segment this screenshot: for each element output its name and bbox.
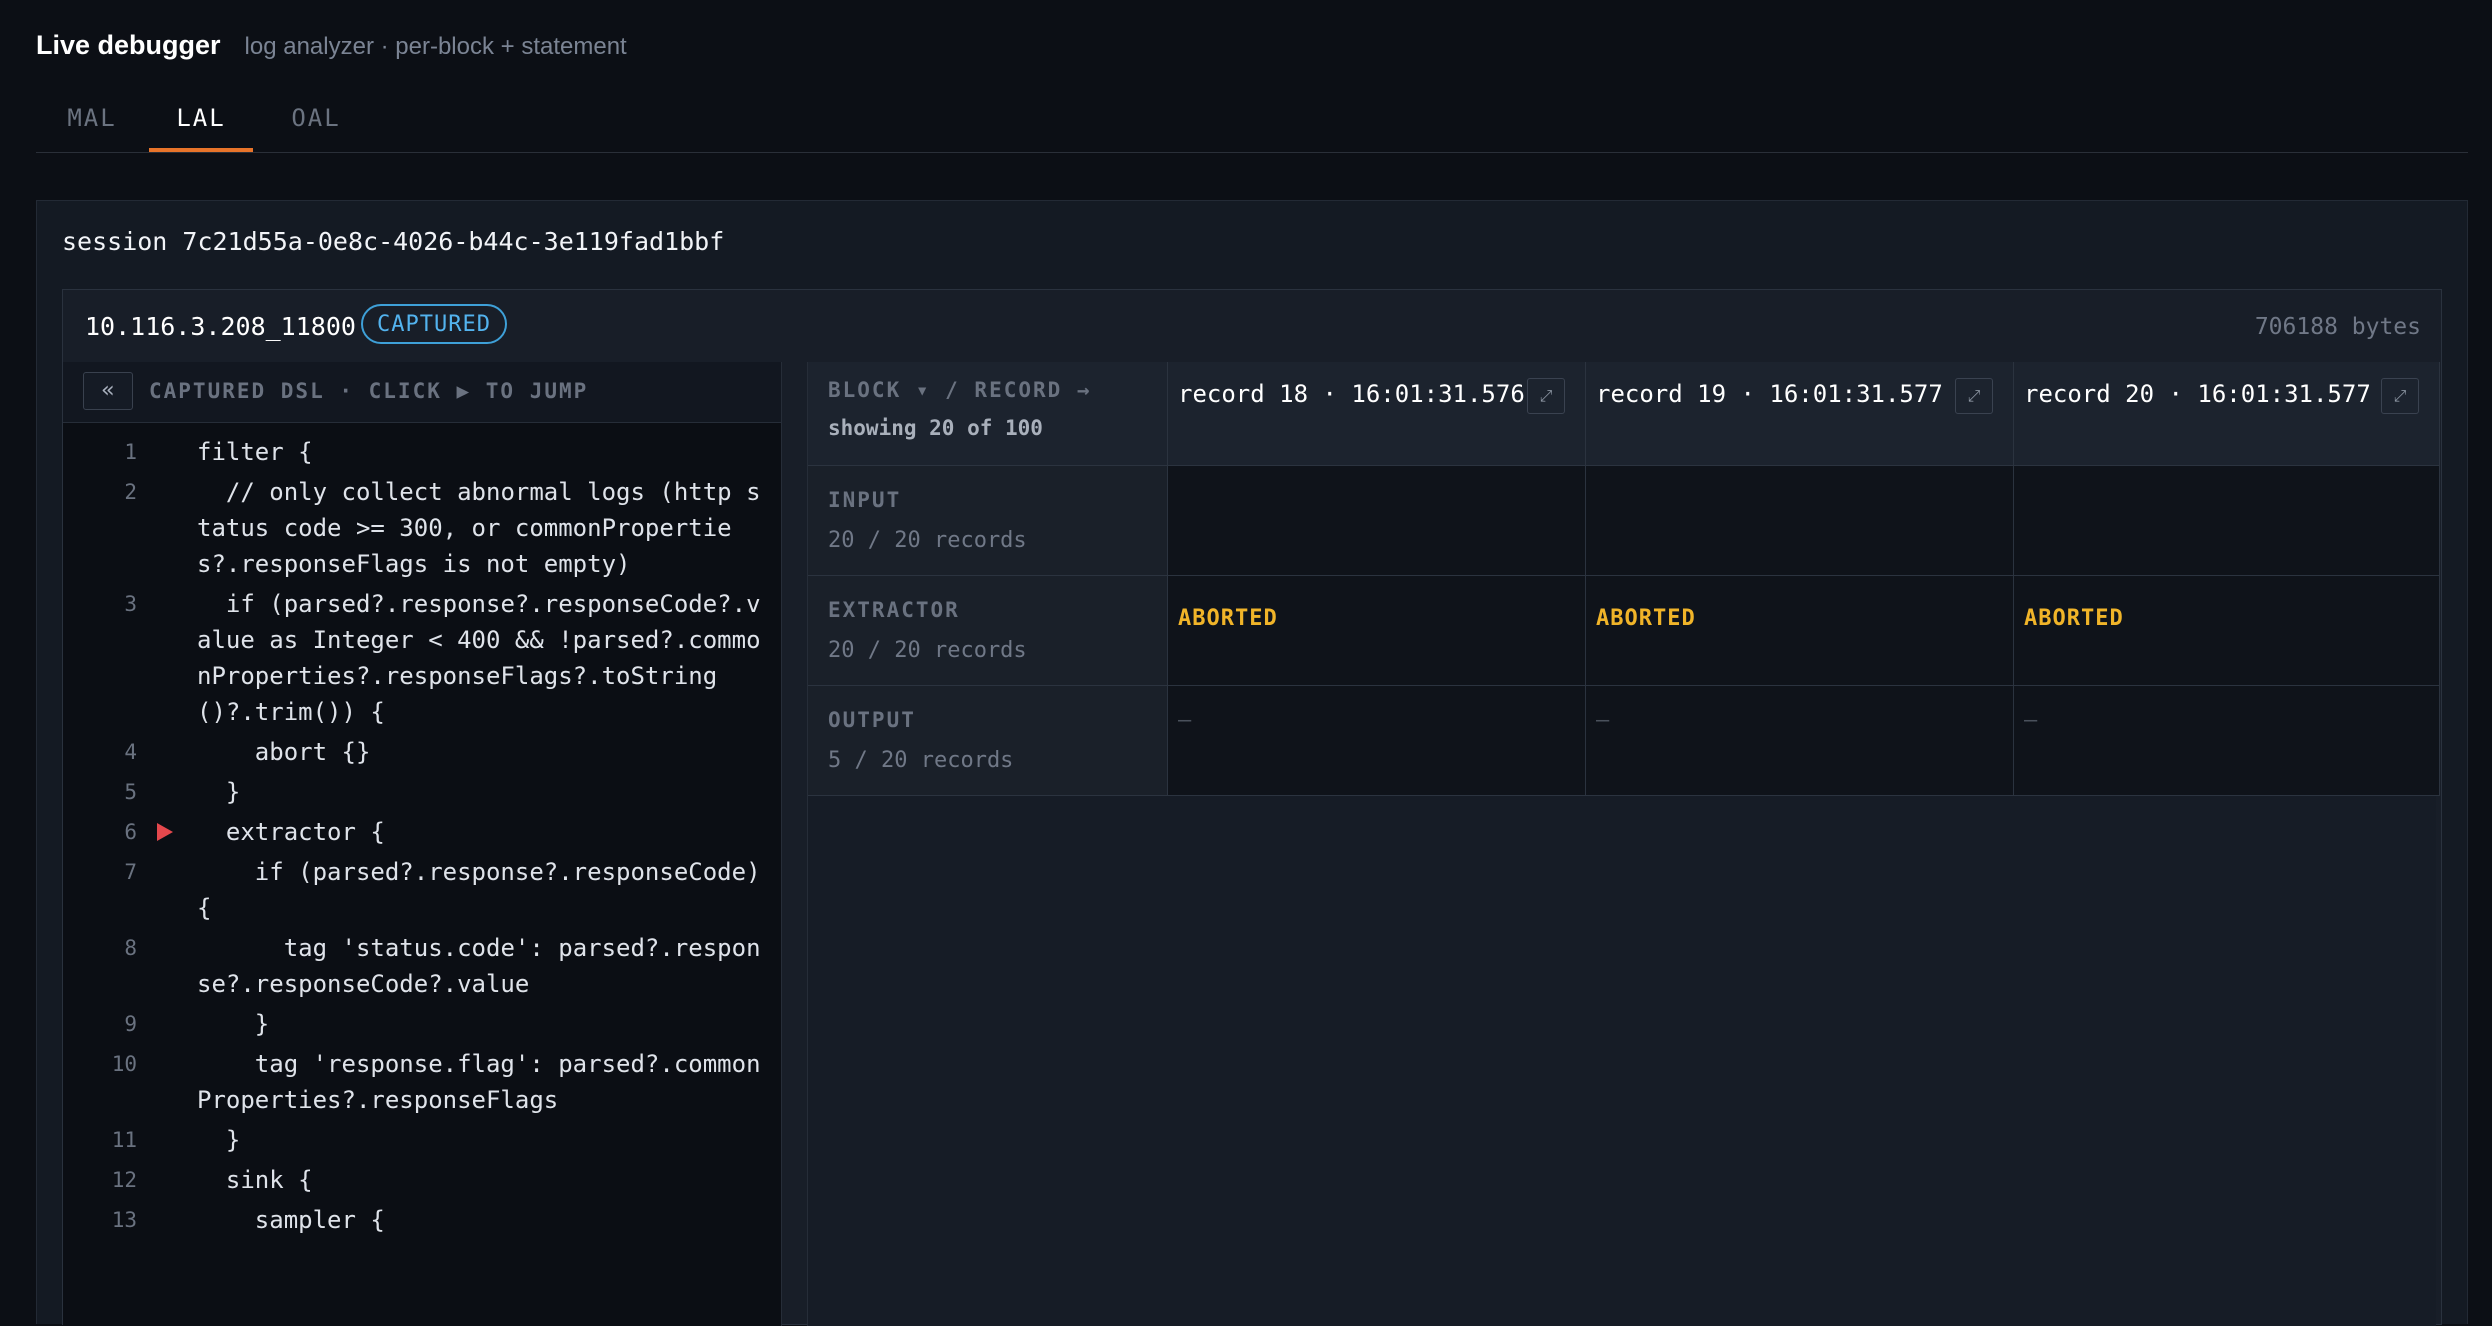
tab-mal[interactable]: MAL	[62, 100, 122, 152]
empty-value: —	[1178, 708, 1192, 733]
collapse-button[interactable]: «	[83, 372, 133, 410]
aborted-status: ABORTED	[1178, 606, 1278, 631]
code-text: tag 'response.flag': parsed?.commonPrope…	[197, 1050, 761, 1114]
grid-cell[interactable]: —	[2014, 686, 2440, 796]
row-count: 20 / 20 records	[828, 638, 1027, 663]
grid-cell[interactable]: ABORTED	[1586, 576, 2014, 686]
tab-bar: MAL LAL OAL	[36, 100, 2468, 153]
capture-card: 10.116.3.208_11800 CAPTURED 706188 bytes…	[62, 289, 2442, 1326]
row-label-extractor: EXTRACTOR 20 / 20 records	[808, 576, 1168, 686]
code-listing: 1 filter { 2 // only collect abnormal logs…	[63, 434, 781, 1242]
capture-size: 706188 bytes	[2254, 314, 2421, 340]
capture-address: 10.116.3.208_11800	[85, 312, 356, 341]
code-text: if (parsed?.response?.responseCode?.valu…	[197, 590, 761, 726]
showing-count: showing 20 of 100	[828, 416, 1043, 440]
grid-corner-label: BLOCK ▾ / RECORD →	[828, 378, 1092, 402]
code-text: extractor {	[197, 818, 385, 846]
code-line[interactable]: 5 }	[63, 774, 781, 810]
grid-cell[interactable]	[2014, 466, 2440, 576]
row-label-output: OUTPUT 5 / 20 records	[808, 686, 1168, 796]
play-marker-icon[interactable]	[157, 823, 173, 841]
record-title: record 18 · 16:01:31.576	[1178, 380, 1525, 408]
line-number: 1	[124, 440, 137, 464]
code-line[interactable]: 2 // only collect abnormal logs (http st…	[63, 474, 781, 582]
empty-value: —	[1596, 708, 1610, 733]
code-line[interactable]: 6 extractor {	[63, 814, 781, 850]
grid-cell[interactable]: —	[1586, 686, 2014, 796]
line-number: 4	[124, 740, 137, 764]
tab-lal[interactable]: LAL	[149, 100, 253, 152]
empty-value: —	[2024, 708, 2038, 733]
record-header: record 19 · 16:01:31.577 ⤢	[1586, 362, 2014, 466]
code-text: abort {}	[197, 738, 371, 766]
code-line[interactable]: 1 filter {	[63, 434, 781, 470]
line-number: 11	[111, 1128, 137, 1152]
page-header: Live debugger log analyzer · per-block +…	[36, 30, 627, 61]
line-number: 6	[124, 820, 137, 844]
status-badge: CAPTURED	[361, 304, 507, 344]
dsl-panel: « CAPTURED DSL · CLICK ▶ TO JUMP 1 filter…	[63, 362, 782, 1326]
code-text: }	[197, 1010, 270, 1038]
tab-oal[interactable]: OAL	[286, 100, 346, 152]
code-line[interactable]: 11 }	[63, 1122, 781, 1158]
line-number: 7	[124, 860, 137, 884]
line-number: 12	[111, 1168, 137, 1192]
expand-icon[interactable]: ⤢	[1527, 378, 1565, 414]
line-number: 5	[124, 780, 137, 804]
session-id: session 7c21d55a-0e8c-4026-b44c-3e119fad…	[62, 227, 725, 256]
session-panel: session 7c21d55a-0e8c-4026-b44c-3e119fad…	[36, 200, 2468, 1326]
code-line[interactable]: 12 sink {	[63, 1162, 781, 1198]
row-name: INPUT	[828, 488, 902, 512]
line-number: 13	[111, 1208, 137, 1232]
line-number: 8	[124, 936, 137, 960]
code-text: // only collect abnormal logs (http stat…	[197, 478, 761, 578]
record-title: record 19 · 16:01:31.577	[1596, 380, 1943, 408]
code-line[interactable]: 7 if (parsed?.response?.responseCode) {	[63, 854, 781, 926]
aborted-status: ABORTED	[1596, 606, 1696, 631]
grid-cell[interactable]: ABORTED	[1168, 576, 1586, 686]
line-number: 3	[124, 592, 137, 616]
row-count: 5 / 20 records	[828, 748, 1014, 773]
grid-corner: BLOCK ▾ / RECORD → showing 20 of 100	[808, 362, 1168, 466]
record-title: record 20 · 16:01:31.577	[2024, 380, 2371, 408]
grid-cell[interactable]	[1586, 466, 2014, 576]
code-text: filter {	[197, 438, 313, 466]
row-count: 20 / 20 records	[828, 528, 1027, 553]
code-line[interactable]: 8 tag 'status.code': parsed?.response?.r…	[63, 930, 781, 1002]
record-header: record 20 · 16:01:31.577 ⤢	[2014, 362, 2440, 466]
row-name: OUTPUT	[828, 708, 916, 732]
code-text: sampler {	[197, 1206, 385, 1234]
code-line[interactable]: 9 }	[63, 1006, 781, 1042]
record-grid: BLOCK ▾ / RECORD → showing 20 of 100 rec…	[807, 362, 2440, 1326]
code-text: tag 'status.code': parsed?.response?.res…	[197, 934, 761, 998]
grid-cell[interactable]: ABORTED	[2014, 576, 2440, 686]
code-line[interactable]: 4 abort {}	[63, 734, 781, 770]
grid-cell[interactable]	[1168, 466, 1586, 576]
code-text: }	[197, 1126, 241, 1154]
line-number: 9	[124, 1012, 137, 1036]
line-number: 10	[111, 1052, 137, 1076]
code-line[interactable]: 13 sampler {	[63, 1202, 781, 1238]
expand-icon[interactable]: ⤢	[1955, 378, 1993, 414]
aborted-status: ABORTED	[2024, 606, 2124, 631]
code-text: }	[197, 778, 241, 806]
page-title: Live debugger	[36, 30, 221, 60]
line-number: 2	[124, 480, 137, 504]
row-label-input: INPUT 20 / 20 records	[808, 466, 1168, 576]
dsl-title: CAPTURED DSL · CLICK ▶ TO JUMP	[149, 379, 589, 403]
page-subtitle: log analyzer · per-block + statement	[244, 33, 627, 60]
record-header: record 18 · 16:01:31.576 ⤢	[1168, 362, 1586, 466]
code-line[interactable]: 10 tag 'response.flag': parsed?.commonPr…	[63, 1046, 781, 1118]
capture-header: 10.116.3.208_11800 CAPTURED 706188 bytes	[63, 290, 2441, 362]
expand-icon[interactable]: ⤢	[2381, 378, 2419, 414]
code-text: if (parsed?.response?.responseCode) {	[197, 858, 775, 922]
row-name: EXTRACTOR	[828, 598, 960, 622]
code-text: sink {	[197, 1166, 313, 1194]
code-line[interactable]: 3 if (parsed?.response?.responseCode?.va…	[63, 586, 781, 730]
dsl-header: « CAPTURED DSL · CLICK ▶ TO JUMP	[63, 362, 781, 423]
grid-cell[interactable]: —	[1168, 686, 1586, 796]
